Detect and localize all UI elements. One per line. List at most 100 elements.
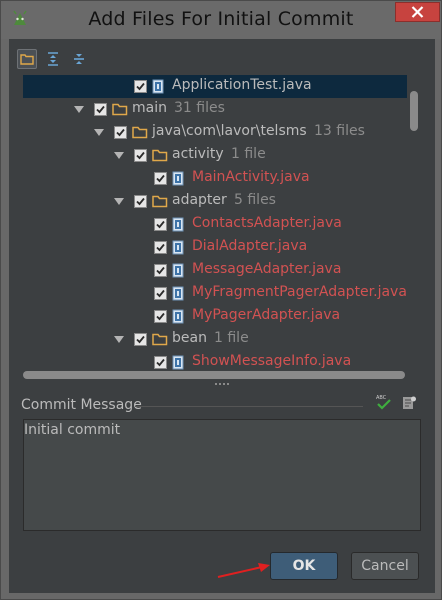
folder-icon — [152, 333, 168, 346]
tree-item-name: MyPagerAdapter.java — [192, 307, 341, 323]
java-file-icon — [152, 79, 164, 94]
dialog-content: ApplicationTest.java main 31 files java\com… — [9, 39, 435, 593]
checkmark-icon — [156, 174, 165, 183]
close-icon — [411, 6, 424, 18]
include-checkbox[interactable] — [134, 149, 147, 162]
java-file-icon — [172, 263, 184, 278]
tree-item-name: main — [132, 100, 167, 116]
tree-item-count: 1 file — [231, 146, 266, 162]
tree-file-row[interactable]: MyPagerAdapter.java — [23, 305, 411, 328]
include-checkbox[interactable] — [154, 172, 167, 185]
tree-file-row[interactable]: MessageAdapter.java — [23, 259, 411, 282]
checkmark-icon — [156, 289, 165, 298]
tree-folder-row[interactable]: main 31 files — [23, 98, 411, 121]
checkmark-icon — [156, 266, 165, 275]
tree-item-name: java\com\lavor\telsms — [152, 123, 307, 139]
java-file-icon — [172, 355, 184, 370]
folder-icon — [152, 195, 168, 208]
tree-file-row[interactable]: MyFragmentPagerAdapter.java — [23, 282, 411, 305]
tree-vertical-scrollbar[interactable] — [407, 75, 421, 370]
include-checkbox[interactable] — [154, 218, 167, 231]
folder-icon — [152, 149, 168, 162]
tree-item-name: ShowMessageInfo.java — [192, 353, 352, 369]
spellcheck-abc-icon[interactable]: ABC — [375, 393, 393, 411]
ok-button[interactable]: OK — [270, 552, 338, 580]
group-by-directory-button[interactable] — [17, 49, 37, 69]
commit-message-label: Commit Message — [21, 397, 142, 413]
tree-file-row[interactable]: ShowMessageInfo.java — [23, 351, 411, 370]
checkmark-icon — [136, 335, 145, 344]
cancel-button[interactable]: Cancel — [351, 552, 419, 580]
horizontal-scroll-thumb[interactable] — [23, 371, 405, 379]
expand-arrow-icon[interactable] — [114, 198, 124, 205]
tree-item-name: bean — [172, 330, 207, 346]
java-file-icon — [172, 240, 184, 255]
checkmark-icon — [156, 312, 165, 321]
expand-arrow-icon[interactable] — [114, 336, 124, 343]
dialog-window: Add Files For Initial Commit Application… — [0, 0, 442, 600]
expand-all-icon — [48, 52, 58, 66]
include-checkbox[interactable] — [154, 310, 167, 323]
include-checkbox[interactable] — [154, 356, 167, 369]
commit-message-separator — [135, 406, 363, 407]
svg-text:ABC: ABC — [376, 395, 387, 401]
expand-arrow-icon[interactable] — [94, 129, 104, 136]
close-button[interactable] — [395, 2, 440, 22]
tree-folder-row[interactable]: bean 1 file — [23, 328, 411, 351]
collapse-all-button[interactable] — [69, 49, 89, 69]
tree-folder-row[interactable]: java\com\lavor\telsms 13 files — [23, 121, 411, 144]
include-checkbox[interactable] — [154, 287, 167, 300]
java-file-icon — [172, 217, 184, 232]
tree-item-count: 5 files — [234, 192, 276, 208]
tree-folder-row[interactable]: activity 1 file — [23, 144, 411, 167]
tree-file-row[interactable]: DialAdapter.java — [23, 236, 411, 259]
java-file-icon — [172, 309, 184, 324]
tree-item-name: ApplicationTest.java — [172, 77, 312, 93]
group-by-directory-icon — [20, 54, 34, 65]
tree-file-row[interactable]: ApplicationTest.java — [23, 75, 411, 98]
expand-arrow-icon[interactable] — [74, 106, 84, 113]
title-bar[interactable]: Add Files For Initial Commit — [1, 1, 441, 39]
vertical-scroll-thumb[interactable] — [410, 91, 418, 131]
include-checkbox[interactable] — [114, 126, 127, 139]
checkmark-icon — [136, 197, 145, 206]
tree-item-name: adapter — [172, 192, 227, 208]
tree-item-name: MessageAdapter.java — [192, 261, 342, 277]
tree-item-name: MyFragmentPagerAdapter.java — [192, 284, 407, 300]
checkmark-icon — [136, 82, 145, 91]
include-checkbox[interactable] — [94, 103, 107, 116]
commit-message-history-icon[interactable] — [401, 395, 417, 411]
splitter-handle[interactable] — [215, 382, 231, 386]
folder-icon — [132, 126, 148, 139]
folder-icon — [112, 103, 128, 116]
include-checkbox[interactable] — [134, 80, 147, 93]
checkmark-icon — [96, 105, 105, 114]
annotation-arrow — [217, 563, 270, 578]
include-checkbox[interactable] — [134, 333, 147, 346]
tree-item-count: 13 files — [314, 123, 365, 139]
tree-file-row[interactable]: ContactsAdapter.java — [23, 213, 411, 236]
java-file-icon — [172, 286, 184, 301]
include-checkbox[interactable] — [154, 241, 167, 254]
dialog-title: Add Files For Initial Commit — [88, 8, 354, 30]
commit-message-input[interactable]: Initial commit — [24, 420, 420, 530]
checkmark-icon — [156, 220, 165, 229]
expand-arrow-icon[interactable] — [114, 152, 124, 159]
expand-all-button[interactable] — [43, 49, 63, 69]
tree-item-name: activity — [172, 146, 224, 162]
checkmark-icon — [156, 243, 165, 252]
commit-message-area[interactable]: Initial commit — [23, 419, 421, 531]
checkmark-icon — [136, 151, 145, 160]
include-checkbox[interactable] — [134, 195, 147, 208]
tree-item-count: 1 file — [214, 330, 249, 346]
checkmark-icon — [156, 358, 165, 367]
checkmark-icon — [116, 128, 125, 137]
java-file-icon — [172, 171, 184, 186]
include-checkbox[interactable] — [154, 264, 167, 277]
changes-tree[interactable]: ApplicationTest.java main 31 files java\com… — [23, 75, 421, 370]
tree-folder-row[interactable]: adapter 5 files — [23, 190, 411, 213]
tree-item-count: 31 files — [174, 100, 225, 116]
tree-file-row[interactable]: MainActivity.java — [23, 167, 411, 190]
collapse-all-icon — [74, 54, 84, 64]
tree-horizontal-scrollbar[interactable] — [23, 370, 407, 380]
